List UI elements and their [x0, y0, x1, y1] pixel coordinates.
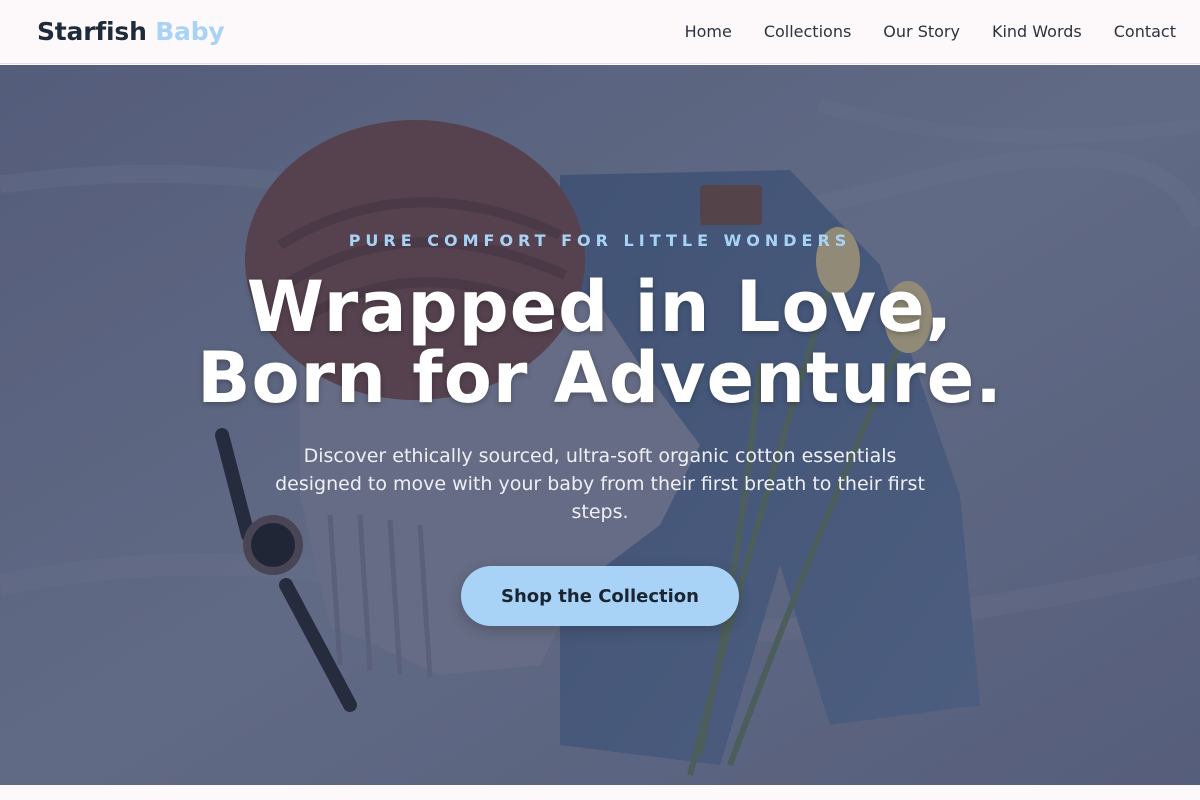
nav-link-our-story[interactable]: Our Story: [883, 22, 960, 41]
nav-link-collections[interactable]: Collections: [764, 22, 851, 41]
brand-logo[interactable]: Starfish Baby: [37, 17, 225, 46]
hero-subtext: Discover ethically sourced, ultra-soft o…: [275, 445, 925, 523]
below-hero-strip: [0, 785, 1200, 800]
shop-collection-button[interactable]: Shop the Collection: [461, 566, 739, 626]
hero-headline-line-2: Born for Adventure.: [197, 337, 1003, 419]
nav-link-kind-words[interactable]: Kind Words: [992, 22, 1082, 41]
nav-link-contact[interactable]: Contact: [1114, 22, 1176, 41]
hero-headline: Wrapped in Love, Born for Adventure.: [197, 272, 1003, 414]
hero-eyebrow: PURE COMFORT FOR LITTLE WONDERS: [348, 231, 852, 250]
brand-name-main: Starfish: [37, 17, 147, 46]
hero-headline-line-1: Wrapped in Love,: [246, 266, 954, 348]
hero-section: PURE COMFORT FOR LITTLE WONDERS Wrapped …: [0, 65, 1200, 785]
hero-content: PURE COMFORT FOR LITTLE WONDERS Wrapped …: [0, 65, 1200, 785]
brand-name-accent: Baby: [155, 17, 225, 46]
main-nav: Home Collections Our Story Kind Words Co…: [685, 22, 1176, 41]
site-header: Starfish Baby Home Collections Our Story…: [0, 0, 1200, 64]
nav-link-home[interactable]: Home: [685, 22, 732, 41]
